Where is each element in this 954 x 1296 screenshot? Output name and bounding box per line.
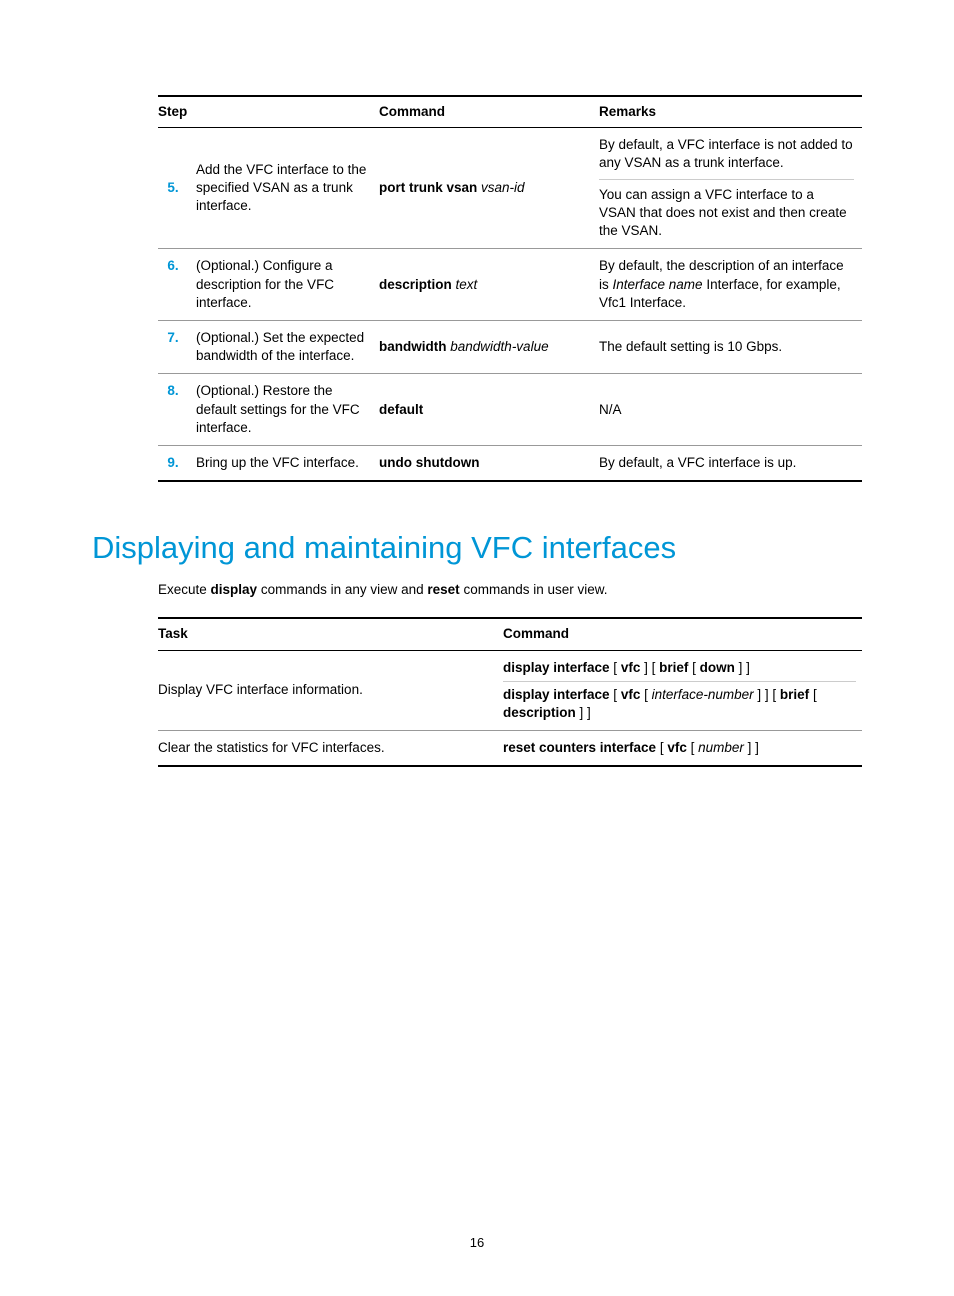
col-command: Command	[379, 96, 599, 128]
step-table: Step Command Remarks 5. Add the VFC inte…	[158, 95, 862, 482]
step-desc: (Optional.) Restore the default settings…	[196, 374, 379, 446]
page-number: 16	[0, 1235, 954, 1250]
col-step: Step	[158, 96, 379, 128]
task-cmd: display interface [ vfc ] [ brief [ down…	[503, 650, 862, 731]
step-remarks: By default, a VFC interface is not added…	[599, 128, 862, 249]
step-remarks: N/A	[599, 374, 862, 446]
table-row: 9. Bring up the VFC interface. undo shut…	[158, 446, 862, 482]
step-remarks: By default, the description of an interf…	[599, 249, 862, 321]
task-table: Task Command Display VFC interface infor…	[158, 617, 862, 767]
table-row: 8. (Optional.) Restore the default setti…	[158, 374, 862, 446]
step-number: 6.	[158, 249, 196, 321]
step-number: 5.	[158, 128, 196, 249]
task-cmd: reset counters interface [ vfc [ number …	[503, 731, 862, 767]
step-desc: (Optional.) Configure a description for …	[196, 249, 379, 321]
step-number: 8.	[158, 374, 196, 446]
step-remarks: The default setting is 10 Gbps.	[599, 320, 862, 373]
step-cmd: port trunk vsan vsan-id	[379, 128, 599, 249]
step-cmd: description text	[379, 249, 599, 321]
step-number: 9.	[158, 446, 196, 482]
col-remarks: Remarks	[599, 96, 862, 128]
task-desc: Display VFC interface information.	[158, 650, 503, 731]
table-row: 7. (Optional.) Set the expected bandwidt…	[158, 320, 862, 373]
step-desc: (Optional.) Set the expected bandwidth o…	[196, 320, 379, 373]
col-task: Task	[158, 618, 503, 650]
step-remarks: By default, a VFC interface is up.	[599, 446, 862, 482]
step-desc: Bring up the VFC interface.	[196, 446, 379, 482]
step-cmd: undo shutdown	[379, 446, 599, 482]
table-row: Display VFC interface information. displ…	[158, 650, 862, 731]
section-heading: Displaying and maintaining VFC interface…	[92, 530, 862, 566]
task-desc: Clear the statistics for VFC interfaces.	[158, 731, 503, 767]
step-cmd: default	[379, 374, 599, 446]
table-row: 6. (Optional.) Configure a description f…	[158, 249, 862, 321]
step-number: 7.	[158, 320, 196, 373]
table-row: 5. Add the VFC interface to the specifie…	[158, 128, 862, 249]
table-row: Clear the statistics for VFC interfaces.…	[158, 731, 862, 767]
step-cmd: bandwidth bandwidth-value	[379, 320, 599, 373]
intro-text: Execute display commands in any view and…	[158, 582, 862, 597]
col-command: Command	[503, 618, 862, 650]
step-desc: Add the VFC interface to the specified V…	[196, 128, 379, 249]
